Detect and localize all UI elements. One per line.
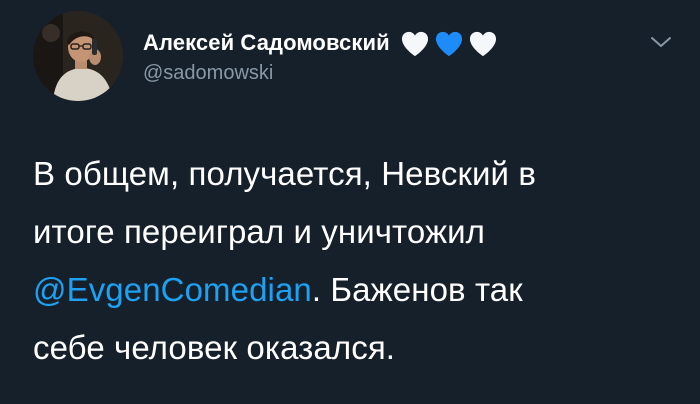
white-heart-icon xyxy=(469,31,496,56)
author-handle[interactable]: @sadomowski xyxy=(143,62,498,85)
tweet-line: @EvgenComedian. Баженов так xyxy=(33,261,673,319)
tweet-text: В общем, получается, Невский в итоге пер… xyxy=(33,145,673,377)
author-name[interactable]: Алексей Садомовский xyxy=(143,30,390,56)
chevron-down-icon[interactable] xyxy=(648,34,674,50)
name-emoji-group xyxy=(400,30,498,57)
mention-link[interactable]: @EvgenComedian xyxy=(33,271,312,308)
tweet-line: В общем, получается, Невский в xyxy=(33,155,536,192)
profile-photo-icon xyxy=(33,11,123,101)
blue-heart-icon xyxy=(435,31,462,56)
tweet-line: себе человек оказался. xyxy=(33,329,396,366)
tweet-line-rest: . Баженов так xyxy=(311,271,523,308)
tweet-card: Алексей Садомовский @sadomowski В общем,… xyxy=(0,0,700,404)
tweet-line: итоге переиграл и уничтожил xyxy=(33,213,486,250)
author-block: Алексей Садомовский @sadomowski xyxy=(143,26,498,85)
white-heart-icon xyxy=(401,31,428,56)
author-row: Алексей Садомовский xyxy=(143,26,498,60)
avatar[interactable] xyxy=(33,11,123,101)
